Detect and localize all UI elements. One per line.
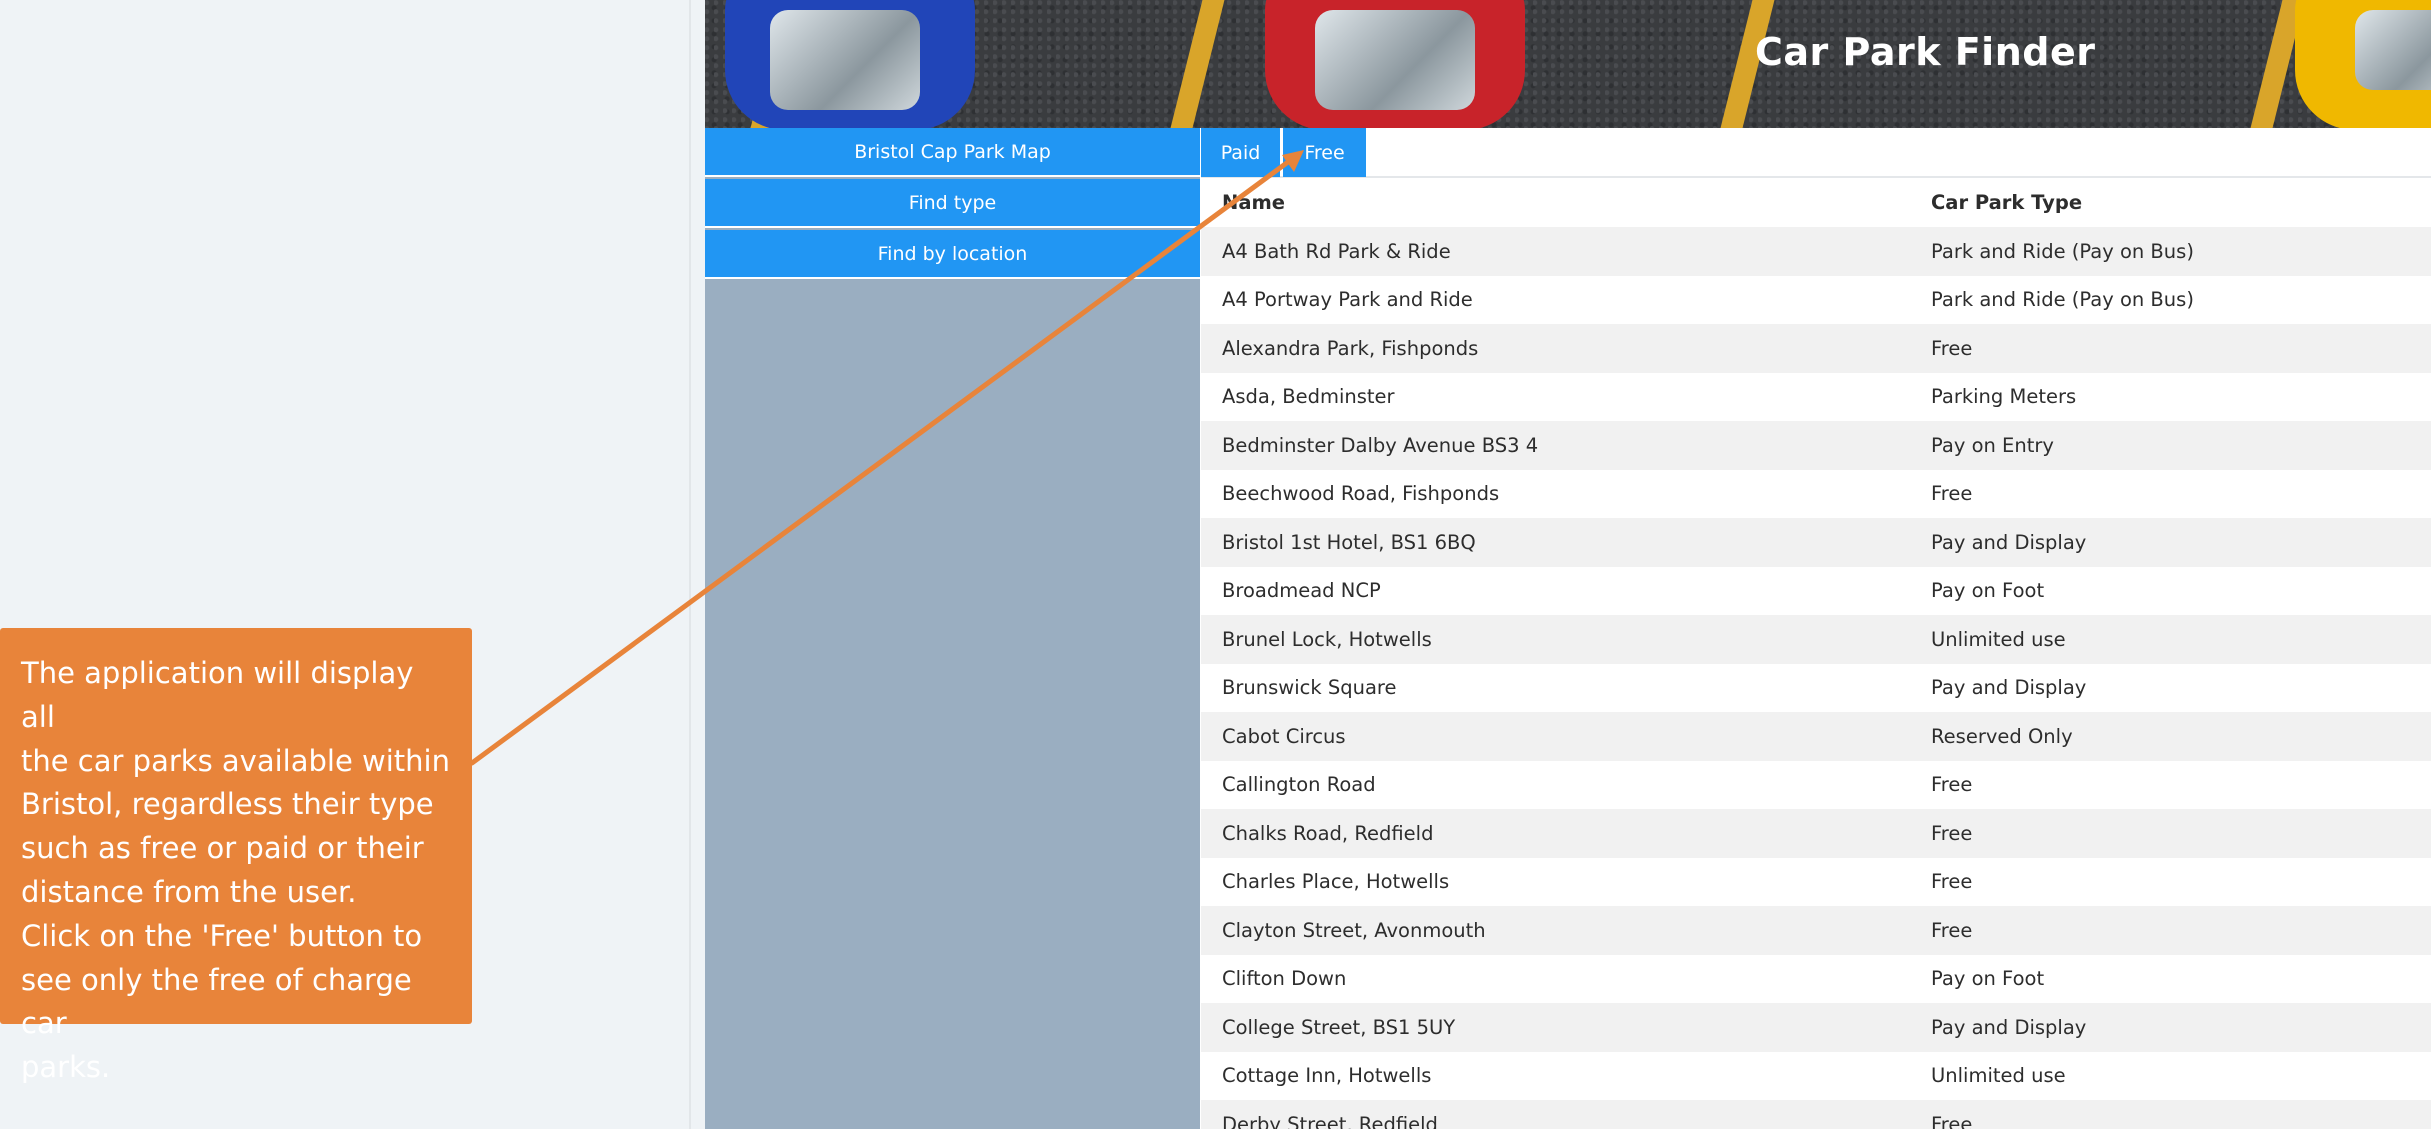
sidebar: Bristol Cap Park Map Find type Find by l… [705, 128, 1200, 1129]
tab-paid[interactable]: Paid [1201, 128, 1280, 177]
car-park-type: Unlimited use [1931, 1064, 2066, 1088]
car-park-name: Bristol 1st Hotel, BS1 6BQ [1222, 530, 1476, 554]
car-park-type: Park and Ride (Pay on Bus) [1931, 239, 2194, 263]
callout-line: parks. [21, 1050, 111, 1085]
car-park-name: A4 Bath Rd Park & Ride [1222, 239, 1451, 263]
car-park-name: Callington Road [1222, 773, 1376, 797]
table-row[interactable]: Alexandra Park, Fishponds Free [1201, 324, 2431, 373]
table-row[interactable]: Brunel Lock, Hotwells Unlimited use [1201, 615, 2431, 664]
car-park-name: Cottage Inn, Hotwells [1222, 1064, 1432, 1088]
car-park-type: Unlimited use [1931, 627, 2066, 651]
callout-line: Click on the 'Free' button to [21, 918, 423, 953]
table-row[interactable]: A4 Bath Rd Park & Ride Park and Ride (Pay… [1201, 227, 2431, 276]
car-park-type: Free [1931, 773, 1973, 797]
car-park-type: Park and Ride (Pay on Bus) [1931, 288, 2194, 312]
tutorial-callout: The application will display all the car … [0, 628, 472, 1084]
table-row[interactable]: Asda, Bedminster Parking Meters [1201, 373, 2431, 422]
callout-line: Bristol, regardless their type [21, 787, 434, 822]
table-row[interactable]: A4 Portway Park and Ride Park and Ride (P… [1201, 276, 2431, 325]
red-car-image [1265, 0, 1525, 128]
table-row[interactable]: Clifton Down Pay on Foot [1201, 955, 2431, 1004]
table-row[interactable]: Beechwood Road, Fishponds Free [1201, 470, 2431, 519]
car-park-type: Reserved Only [1931, 724, 2073, 748]
car-park-type: Free [1931, 821, 1973, 845]
parking-line [1165, 0, 1227, 128]
table-row[interactable]: Cabot Circus Reserved Only [1201, 712, 2431, 761]
blue-car-image [725, 0, 975, 128]
car-park-name: Brunel Lock, Hotwells [1222, 627, 1432, 651]
table-row[interactable]: Bedminster Dalby Avenue BS3 4 Pay on Entr… [1201, 421, 2431, 470]
header-banner: Car Park Finder [705, 0, 2431, 128]
car-park-name: Clifton Down [1222, 967, 1347, 991]
table-row[interactable]: Callington Road Free [1201, 761, 2431, 810]
car-park-type: Free [1931, 482, 1973, 506]
car-park-name: Broadmead NCP [1222, 579, 1381, 603]
sidebar-item-map[interactable]: Bristol Cap Park Map [705, 128, 1200, 177]
table-row[interactable]: Clayton Street, Avonmouth Free [1201, 906, 2431, 955]
callout-line: The application will display all [21, 656, 414, 734]
car-park-name: College Street, BS1 5UY [1222, 1015, 1456, 1039]
yellow-car-image [2295, 0, 2431, 128]
car-park-name: Charles Place, Hotwells [1222, 870, 1450, 894]
car-park-type: Pay on Entry [1931, 433, 2054, 457]
table-row[interactable]: Chalks Road, Redfield Free [1201, 809, 2431, 858]
car-park-name: Cabot Circus [1222, 724, 1346, 748]
car-park-name: Bedminster Dalby Avenue BS3 4 [1222, 433, 1539, 457]
sidebar-item-find-type[interactable]: Find type [705, 179, 1200, 228]
car-park-type: Pay on Foot [1931, 967, 2045, 991]
table-row[interactable]: Brunswick Square Pay and Display [1201, 664, 2431, 713]
car-park-name: Beechwood Road, Fishponds [1222, 482, 1500, 506]
car-park-type: Free [1931, 336, 1973, 360]
car-park-type: Free [1931, 1112, 1973, 1129]
callout-line: the car parks available within [21, 743, 450, 778]
car-park-type: Pay and Display [1931, 676, 2087, 700]
column-header-name: Name [1222, 191, 1286, 214]
car-park-name: Clayton Street, Avonmouth [1222, 918, 1486, 942]
table-header-row: Name Car Park Type [1201, 178, 2431, 227]
car-park-finder-app: Car Park Finder Bristol Cap Park Map Fin… [705, 0, 2431, 1129]
car-park-name: Asda, Bedminster [1222, 385, 1395, 409]
table-row[interactable]: Derby Street, Redfield Free [1201, 1100, 2431, 1129]
table-row[interactable]: Bristol 1st Hotel, BS1 6BQ Pay and Displa… [1201, 518, 2431, 567]
car-park-type: Free [1931, 870, 1973, 894]
car-park-name: A4 Portway Park and Ride [1222, 288, 1473, 312]
car-park-type: Pay and Display [1931, 530, 2087, 554]
table-row[interactable]: Charles Place, Hotwells Free [1201, 858, 2431, 907]
filter-tab-bar: Paid Free [1201, 128, 2431, 178]
car-park-name: Brunswick Square [1222, 676, 1397, 700]
callout-line: see only the free of charge car [21, 962, 412, 1041]
callout-line: such as free or paid or their [21, 831, 424, 866]
car-park-type: Parking Meters [1931, 385, 2077, 409]
tab-free[interactable]: Free [1283, 128, 1366, 177]
column-header-type: Car Park Type [1931, 191, 2083, 214]
main-content: Paid Free Name Car Park Type A4 Bath Rd … [1201, 128, 2431, 1129]
car-park-name: Chalks Road, Redfield [1222, 821, 1434, 845]
app-title: Car Park Finder [1755, 30, 2096, 74]
table-row[interactable]: Broadmead NCP Pay on Foot [1201, 567, 2431, 616]
car-park-table: Name Car Park Type A4 Bath Rd Park & Rid… [1201, 178, 2431, 1129]
table-row[interactable]: College Street, BS1 5UY Pay and Display [1201, 1003, 2431, 1052]
car-park-type: Pay and Display [1931, 1015, 2087, 1039]
car-park-type: Free [1931, 918, 1973, 942]
callout-line: distance from the user. [21, 874, 357, 909]
car-park-type: Pay on Foot [1931, 579, 2045, 603]
car-park-name: Alexandra Park, Fishponds [1222, 336, 1479, 360]
car-park-name: Derby Street, Redfield [1222, 1112, 1438, 1129]
sidebar-item-find-location[interactable]: Find by location [705, 230, 1200, 279]
page-divider [689, 0, 691, 1129]
table-row[interactable]: Cottage Inn, Hotwells Unlimited use [1201, 1052, 2431, 1101]
